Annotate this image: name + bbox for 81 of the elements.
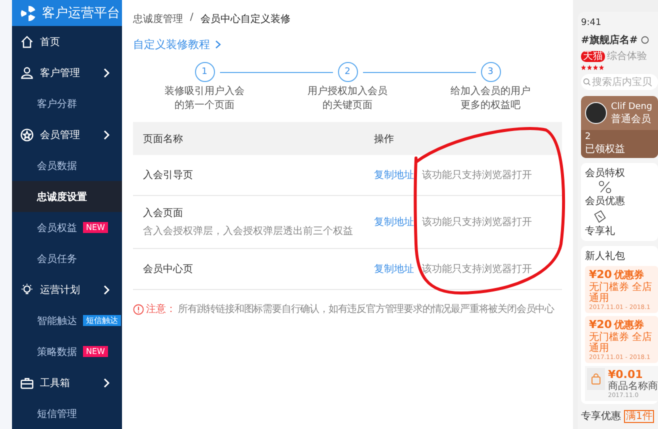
shopping-bag-icon [590,373,602,385]
menu-item[interactable]: 客户分群 [12,88,122,119]
search-icon [583,78,591,86]
menu-item[interactable]: 会员数据 [12,150,122,181]
menu-badge: NEW [83,222,108,233]
benefit-count: 2 [585,132,592,142]
page-name: 入会引导页 [143,168,194,182]
privilege-label: 专享礼 [585,224,615,238]
menu-group-item[interactable]: 运营计划 [12,274,122,305]
product-name: 商品名称商 [608,381,658,392]
menu-item[interactable]: 会员任务 [12,243,122,274]
privilege-label: 会员优惠 [585,194,625,208]
coupon-type: 优惠券 [614,318,644,332]
status-time: 9:41 [581,18,602,28]
menu-item[interactable]: 会员权益 NEW [12,212,122,243]
step-description: 装修吸引用户入会 的第一个页面 [164,85,244,113]
user-icon [20,66,34,80]
percent-icon [598,180,612,194]
step-description: 用户授权加入会员 的关键页面 [308,85,388,113]
menu-item[interactable]: 短信管理 [12,398,122,429]
breadcrumb-separator: / [190,12,194,25]
warning-icon [133,304,144,314]
notice-text: 所有跳转链接和图标需要自行确认，如有违反官方管理要求的情况最严重将被关闭会员中心 [178,302,554,316]
coupon-type: 优惠券 [614,268,644,282]
menu-label: 策略数据 [37,346,77,358]
notice-label: 注意： [146,302,176,316]
step-number: 3 [480,62,500,82]
browser-only-note: 该功能只支持浏览器打开 [422,216,532,229]
lightbulb-icon [20,282,34,296]
star-circle-icon [20,128,34,142]
member-level: 普通会员 [611,112,652,126]
menu-label: 首页 [40,36,60,48]
menu-label: 运营计划 [40,284,80,296]
breadcrumb-item: 会员中心自定义装修 [200,12,290,26]
chevron-right-icon [215,40,221,49]
coupon-amount: ¥20 [589,318,612,331]
menu-label: 工具箱 [40,376,70,390]
menu-group-item[interactable]: 会员管理 [12,119,122,150]
browser-only-note: 该功能只支持浏览器打开 [422,168,532,182]
coupon-amount: ¥20 [589,268,612,281]
menu-group-item[interactable]: 工具箱 [12,367,122,398]
page-name: 会员中心页 [143,262,194,276]
menu-item[interactable]: 忠诚度设置 [12,181,122,212]
menu-badge: 短信触达 [83,315,121,326]
column-header: 操作 [374,132,395,146]
coupon-condition: 无门槛券 全店通用 [589,282,654,304]
menu-item[interactable]: 策略数据 NEW [12,336,122,367]
column-header: 页面名称 [142,132,184,146]
pinwheel-logo-icon [20,4,37,22]
platform-title: 客户运营平台 [42,5,120,22]
menu-group-item[interactable]: 首页 [12,26,122,57]
shop-name: #旗舰店名# [581,33,638,47]
menu-group-item[interactable]: 客户管理 [12,57,122,88]
coupon-condition: 无门槛券 全店通用 [589,332,654,354]
section-title: 专享优惠 [581,410,621,423]
menu-label: 会员管理 [40,128,80,142]
menu-label: 会员权益 [37,222,77,234]
menu-badge: NEW [83,346,108,357]
shop-badge: 天猫 [581,50,605,62]
step-number: 2 [338,62,358,82]
toolbox-icon [20,376,34,390]
page-name: 入会页面 [143,206,184,220]
info-circle-icon [640,36,649,44]
member-name: Clif Deng [611,102,652,112]
step-description: 给加入会员的用户 更多的权益吧 [450,85,530,113]
page-description: 含入会授权弹层，入会授权弹层透出前三个权益 [143,224,354,238]
home-icon [20,34,34,48]
benefit-label: 已领权益 [585,142,626,156]
ticket-icon [593,210,607,224]
browser-only-note: 该功能只支持浏览器打开 [422,262,532,276]
avatar-placeholder [585,102,607,124]
menu-item[interactable]: 智能触达 短信触达 [12,305,122,336]
menu-label: 智能触达 [37,314,77,328]
rating-label: 综合体验 [607,50,647,63]
offer-tag: 满1件 [624,410,654,422]
section-title: 新人礼包 [585,250,626,263]
step-number: 1 [194,62,214,82]
section-title: 会员特权 [585,166,626,180]
breadcrumb-item[interactable]: 忠诚度管理 [133,12,183,26]
product-price: ¥0.01 [608,368,644,381]
menu-label: 客户管理 [40,66,80,80]
